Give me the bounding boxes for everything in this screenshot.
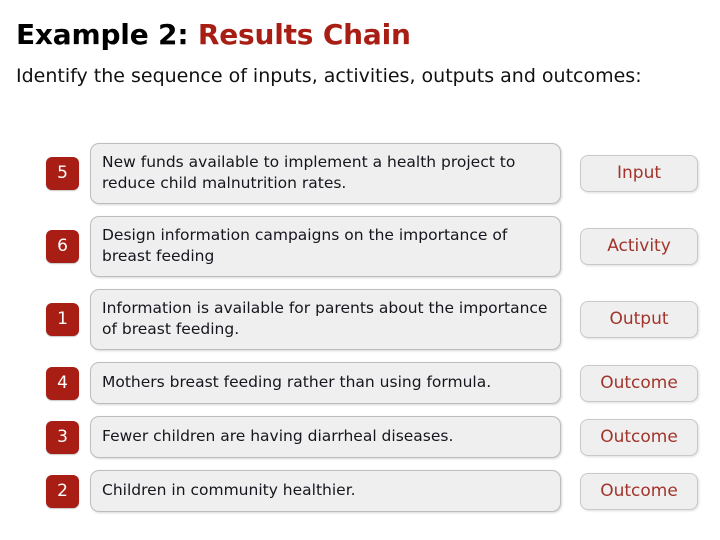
order-badge[interactable]: 1 [46,303,79,336]
chain-row: 4 Mothers breast feeding rather than usi… [0,361,720,405]
result-type-tag[interactable]: Input [580,155,698,192]
page-title-accent: Results Chain [197,18,411,51]
order-badge[interactable]: 2 [46,474,79,508]
chain-row: 6 Design information campaigns on the im… [0,216,720,277]
statement-text: Information is available for parents abo… [102,299,548,338]
statement-text: Mothers breast feeding rather than using… [102,373,492,391]
chain-row: 5 New funds available to implement a hea… [0,143,720,204]
order-badge[interactable]: 4 [46,366,79,400]
result-type-tag[interactable]: Outcome [580,472,698,510]
chain-row: 3 Fewer children are having diarrheal di… [0,415,720,459]
order-badge[interactable]: 3 [46,420,79,454]
order-badge[interactable]: 5 [46,157,79,190]
statement-text: Design information campaigns on the impo… [102,226,508,265]
statement-text: New funds available to implement a healt… [102,153,516,192]
result-type-tag[interactable]: Outcome [580,418,698,456]
results-chain-list: 5 New funds available to implement a hea… [0,143,720,513]
result-type-tag[interactable]: Output [580,301,698,338]
statement-card[interactable]: New funds available to implement a healt… [90,143,561,204]
heading-block: Example 2: Results Chain Identify the se… [16,18,706,89]
statement-card[interactable]: Fewer children are having diarrheal dise… [90,416,561,458]
statement-card[interactable]: Children in community healthier. [90,470,561,512]
page-title: Example 2: Results Chain [16,18,706,52]
chain-row: 1 Information is available for parents a… [0,289,720,350]
statement-card[interactable]: Design information campaigns on the impo… [90,216,561,277]
page-subtitle: Identify the sequence of inputs, activit… [16,65,642,87]
statement-card[interactable]: Information is available for parents abo… [90,289,561,350]
chain-row: 2 Children in community healthier. Outco… [0,469,720,513]
order-badge[interactable]: 6 [46,230,79,263]
statement-card[interactable]: Mothers breast feeding rather than using… [90,362,561,404]
result-type-tag[interactable]: Outcome [580,364,698,402]
statement-text: Fewer children are having diarrheal dise… [102,427,454,445]
result-type-tag[interactable]: Activity [580,228,698,265]
page-title-lead: Example 2: [16,18,198,51]
statement-text: Children in community healthier. [102,481,356,499]
